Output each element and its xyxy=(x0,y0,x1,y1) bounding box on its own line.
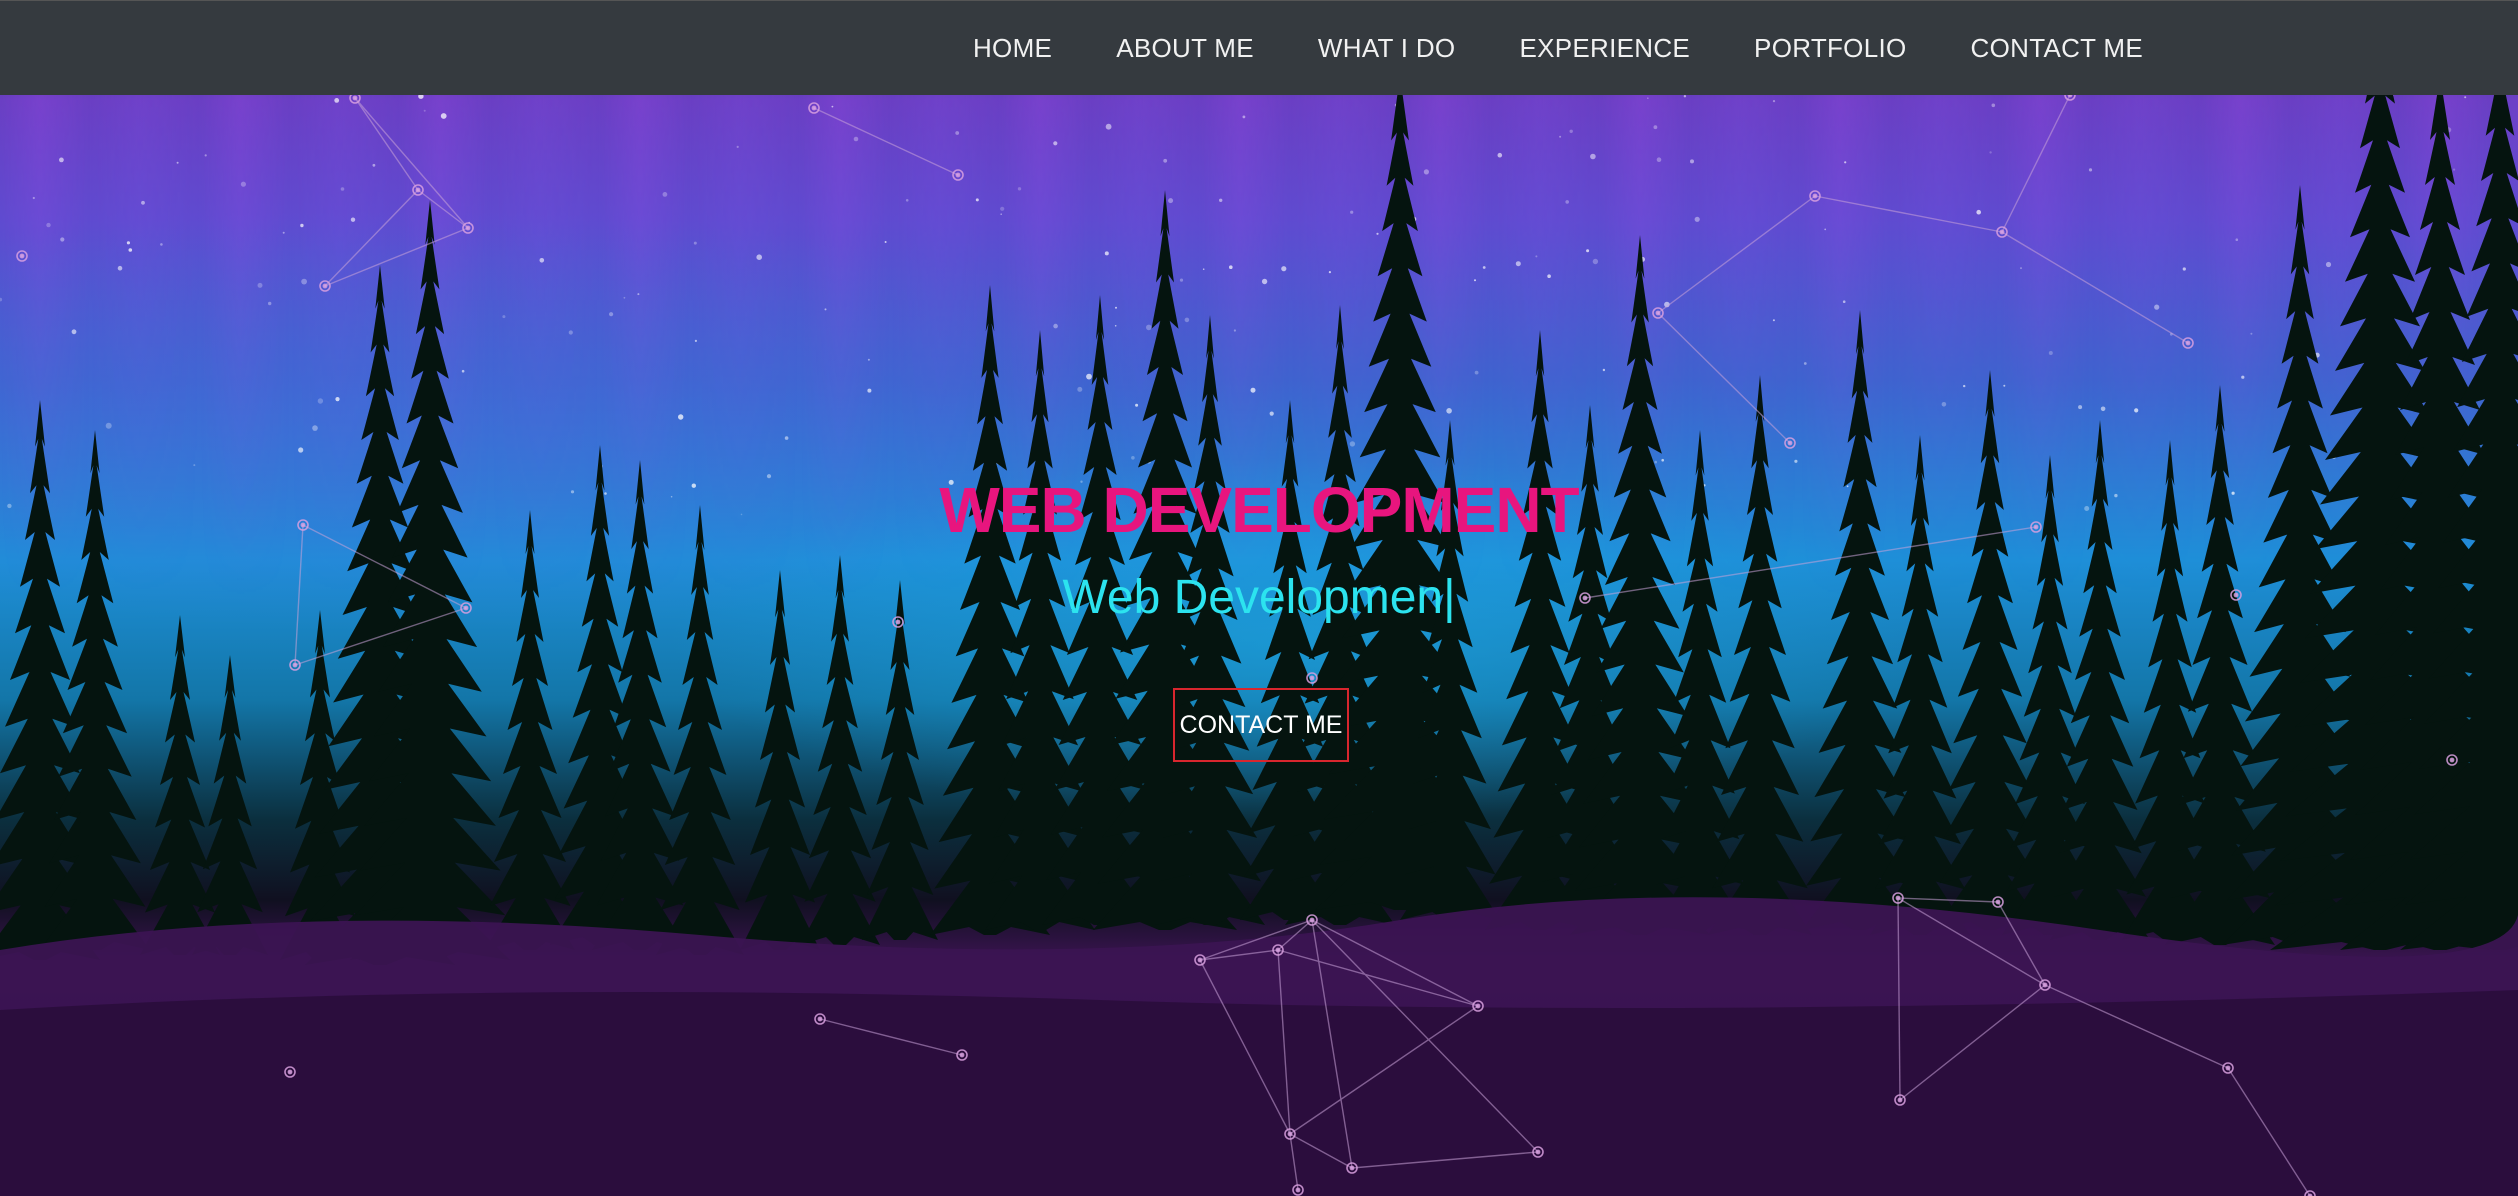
hero-typed-subtitle: Web Developmen| xyxy=(0,570,2518,625)
nav-item-what-i-do[interactable]: WHAT I DO xyxy=(1318,33,1456,64)
hero-title: WEB DEVELOPMENT xyxy=(939,474,1579,546)
nav-menu: HOME ABOUT ME WHAT I DO EXPERIENCE PORTF… xyxy=(973,1,2143,96)
nav-item-contact-me[interactable]: CONTACT ME xyxy=(1971,33,2143,64)
hero-section: WEB DEVELOPMENT Web Developmen| CONTACT … xyxy=(0,95,2518,1196)
nav-item-about-me[interactable]: ABOUT ME xyxy=(1116,33,1254,64)
page: HOME ABOUT ME WHAT I DO EXPERIENCE PORTF… xyxy=(0,0,2518,1196)
typed-text: Web Developmen xyxy=(1062,571,1444,624)
top-navbar: HOME ABOUT ME WHAT I DO EXPERIENCE PORTF… xyxy=(0,0,2518,95)
contact-me-button[interactable]: CONTACT ME xyxy=(1173,688,1349,762)
typing-cursor: | xyxy=(1443,571,1456,624)
nav-item-home[interactable]: HOME xyxy=(973,33,1052,64)
nav-item-experience[interactable]: EXPERIENCE xyxy=(1519,33,1690,64)
nav-item-portfolio[interactable]: PORTFOLIO xyxy=(1754,33,1906,64)
